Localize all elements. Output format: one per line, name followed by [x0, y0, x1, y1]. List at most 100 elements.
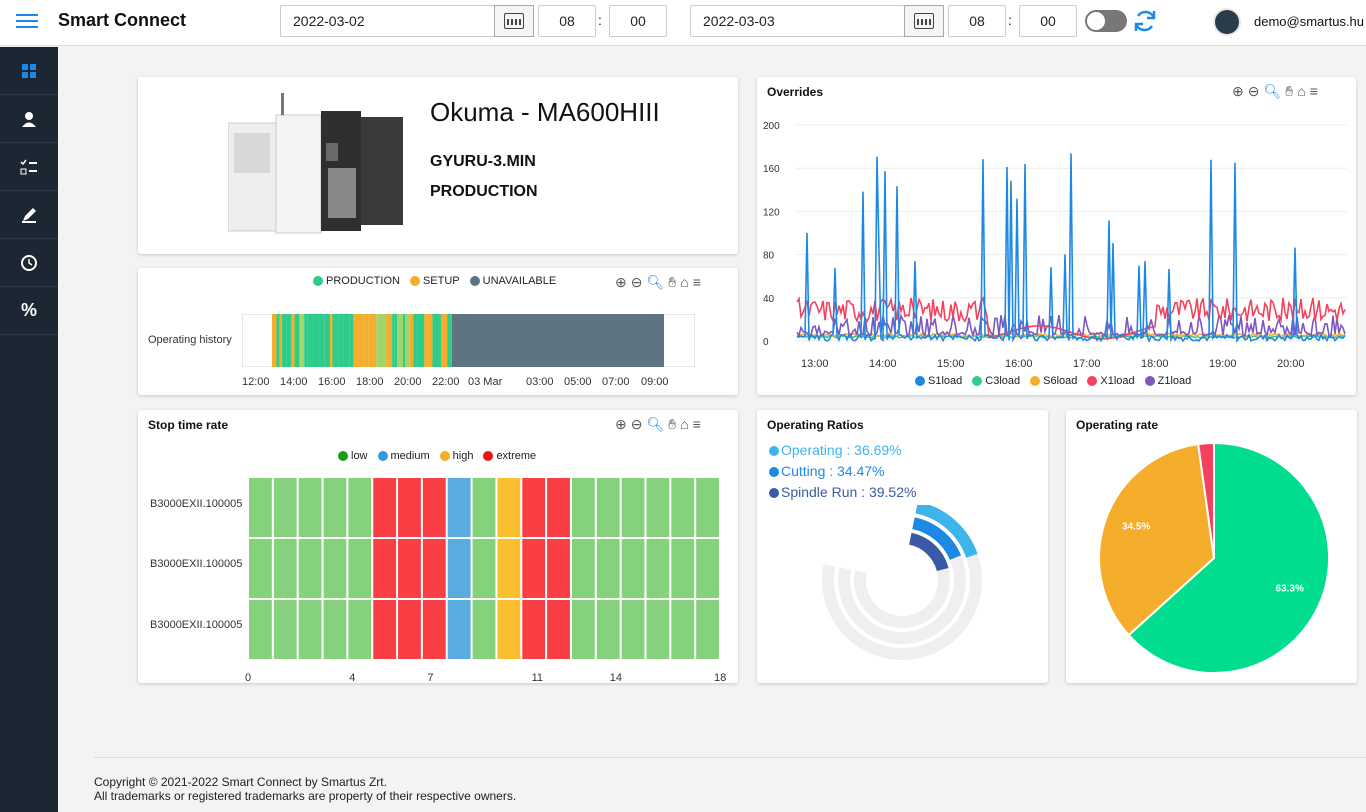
legend-item[interactable]: extreme [483, 450, 536, 462]
pan-hand-icon[interactable]: ✋︎ [668, 274, 676, 291]
heatmap-cell[interactable] [323, 600, 347, 659]
sidebar-item-history[interactable] [0, 239, 58, 287]
home-icon[interactable]: ⌂ [680, 416, 688, 433]
heatmap-cell[interactable] [621, 478, 645, 537]
heatmap-cell[interactable] [596, 539, 620, 598]
operating-rate-pie[interactable]: 63.3% 34.5% [1066, 410, 1357, 683]
legend-item[interactable]: PRODUCTION [313, 275, 400, 287]
heatmap-cell[interactable] [696, 478, 719, 537]
heatmap-cell[interactable] [596, 600, 620, 659]
start-calendar-button[interactable] [494, 5, 534, 37]
heatmap-cell[interactable] [497, 539, 521, 598]
heatmap-cell[interactable] [671, 539, 695, 598]
heatmap-cell[interactable] [249, 478, 272, 537]
heatmap-cell[interactable] [273, 478, 297, 537]
refresh-icon[interactable] [1130, 6, 1160, 36]
heatmap-cell[interactable] [472, 478, 496, 537]
sidebar-item-edit[interactable] [0, 191, 58, 239]
menu-icon[interactable]: ≡ [693, 274, 701, 291]
ratios-radial-chart[interactable] [797, 505, 1007, 680]
end-minute-input[interactable]: 00 [1019, 5, 1077, 37]
heatmap-cell[interactable] [621, 539, 645, 598]
heatmap-cell[interactable] [447, 478, 471, 537]
legend-item[interactable]: UNAVAILABLE [469, 275, 556, 287]
heatmap-cell[interactable] [497, 600, 521, 659]
pan-hand-icon[interactable]: ✋︎ [668, 416, 676, 433]
heatmap-cell[interactable] [621, 600, 645, 659]
heatmap-cell[interactable] [422, 478, 446, 537]
start-minute-input[interactable]: 00 [609, 5, 667, 37]
heatmap-cell[interactable] [547, 539, 570, 598]
heatmap-cell[interactable] [472, 600, 496, 659]
heatmap-cell[interactable] [348, 539, 372, 598]
end-hour-input[interactable]: 08 [948, 5, 1006, 37]
zoom-out-icon[interactable]: ⊖ [631, 274, 643, 291]
start-date-input[interactable]: 2022-03-02 [280, 5, 495, 37]
zoom-out-icon[interactable]: ⊖ [631, 416, 643, 433]
heatmap-cell[interactable] [348, 600, 372, 659]
zoom-in-icon[interactable]: ⊕ [615, 416, 627, 433]
stop-heatmap[interactable] [248, 477, 720, 661]
heatmap-cell[interactable] [249, 539, 272, 598]
heatmap-cell[interactable] [646, 600, 670, 659]
sidebar-item-checklist[interactable] [0, 143, 58, 191]
heatmap-cell[interactable] [571, 539, 595, 598]
heatmap-cell[interactable] [298, 600, 322, 659]
heatmap-cell[interactable] [497, 478, 521, 537]
avatar[interactable] [1213, 8, 1241, 36]
heatmap-cell[interactable] [547, 478, 570, 537]
heatmap-cell[interactable] [522, 539, 546, 598]
heatmap-cell[interactable] [298, 539, 322, 598]
auto-refresh-toggle[interactable] [1085, 10, 1127, 32]
ratio-arc[interactable] [908, 532, 949, 572]
heatmap-cell[interactable] [522, 600, 546, 659]
overrides-chart[interactable]: 200 160 120 80 40 0 13:00 14:00 15:00 16:00 17:00 1… [757, 77, 1356, 395]
heatmap-cell[interactable] [422, 539, 446, 598]
heatmap-cell[interactable] [398, 478, 421, 537]
legend-item[interactable]: low [338, 450, 368, 462]
user-email[interactable]: demo@smartus.hu [1254, 14, 1364, 29]
legend-item[interactable]: C3load [972, 375, 1020, 387]
heatmap-cell[interactable] [398, 539, 421, 598]
sidebar-item-users[interactable] [0, 95, 58, 143]
heatmap-cell[interactable] [447, 600, 471, 659]
history-bar[interactable] [242, 314, 695, 367]
end-calendar-button[interactable] [904, 5, 944, 37]
end-date-input[interactable]: 2022-03-03 [690, 5, 905, 37]
legend-item[interactable]: S1load [915, 375, 962, 387]
sidebar-item-dashboard[interactable] [0, 47, 58, 95]
heatmap-cell[interactable] [249, 600, 272, 659]
heatmap-cell[interactable] [571, 478, 595, 537]
heatmap-cell[interactable] [373, 600, 397, 659]
heatmap-cell[interactable] [671, 478, 695, 537]
legend-item[interactable]: SETUP [409, 275, 460, 287]
heatmap-cell[interactable] [323, 478, 347, 537]
legend-item[interactable]: S6load [1030, 375, 1077, 387]
heatmap-cell[interactable] [472, 539, 496, 598]
menu-icon[interactable]: ≡ [693, 416, 701, 433]
legend-item[interactable]: medium [377, 450, 430, 462]
sidebar-item-percent[interactable]: % [0, 287, 58, 335]
heatmap-cell[interactable] [646, 478, 670, 537]
heatmap-cell[interactable] [671, 600, 695, 659]
heatmap-cell[interactable] [373, 539, 397, 598]
heatmap-cell[interactable] [646, 539, 670, 598]
heatmap-cell[interactable] [696, 539, 719, 598]
heatmap-cell[interactable] [273, 539, 297, 598]
zoom-in-icon[interactable]: ⊕ [615, 274, 627, 291]
heatmap-cell[interactable] [696, 600, 719, 659]
home-icon[interactable]: ⌂ [680, 274, 688, 291]
heatmap-cell[interactable] [373, 478, 397, 537]
hamburger-menu-icon[interactable] [16, 10, 38, 32]
heatmap-cell[interactable] [447, 539, 471, 598]
heatmap-cell[interactable] [422, 600, 446, 659]
legend-item[interactable]: Z1load [1144, 375, 1191, 387]
start-hour-input[interactable]: 08 [538, 5, 596, 37]
heatmap-cell[interactable] [348, 478, 372, 537]
legend-item[interactable]: X1load [1087, 375, 1135, 387]
heatmap-cell[interactable] [298, 478, 322, 537]
heatmap-cell[interactable] [273, 600, 297, 659]
heatmap-cell[interactable] [398, 600, 421, 659]
legend-item[interactable]: high [439, 450, 473, 462]
heatmap-cell[interactable] [547, 600, 570, 659]
